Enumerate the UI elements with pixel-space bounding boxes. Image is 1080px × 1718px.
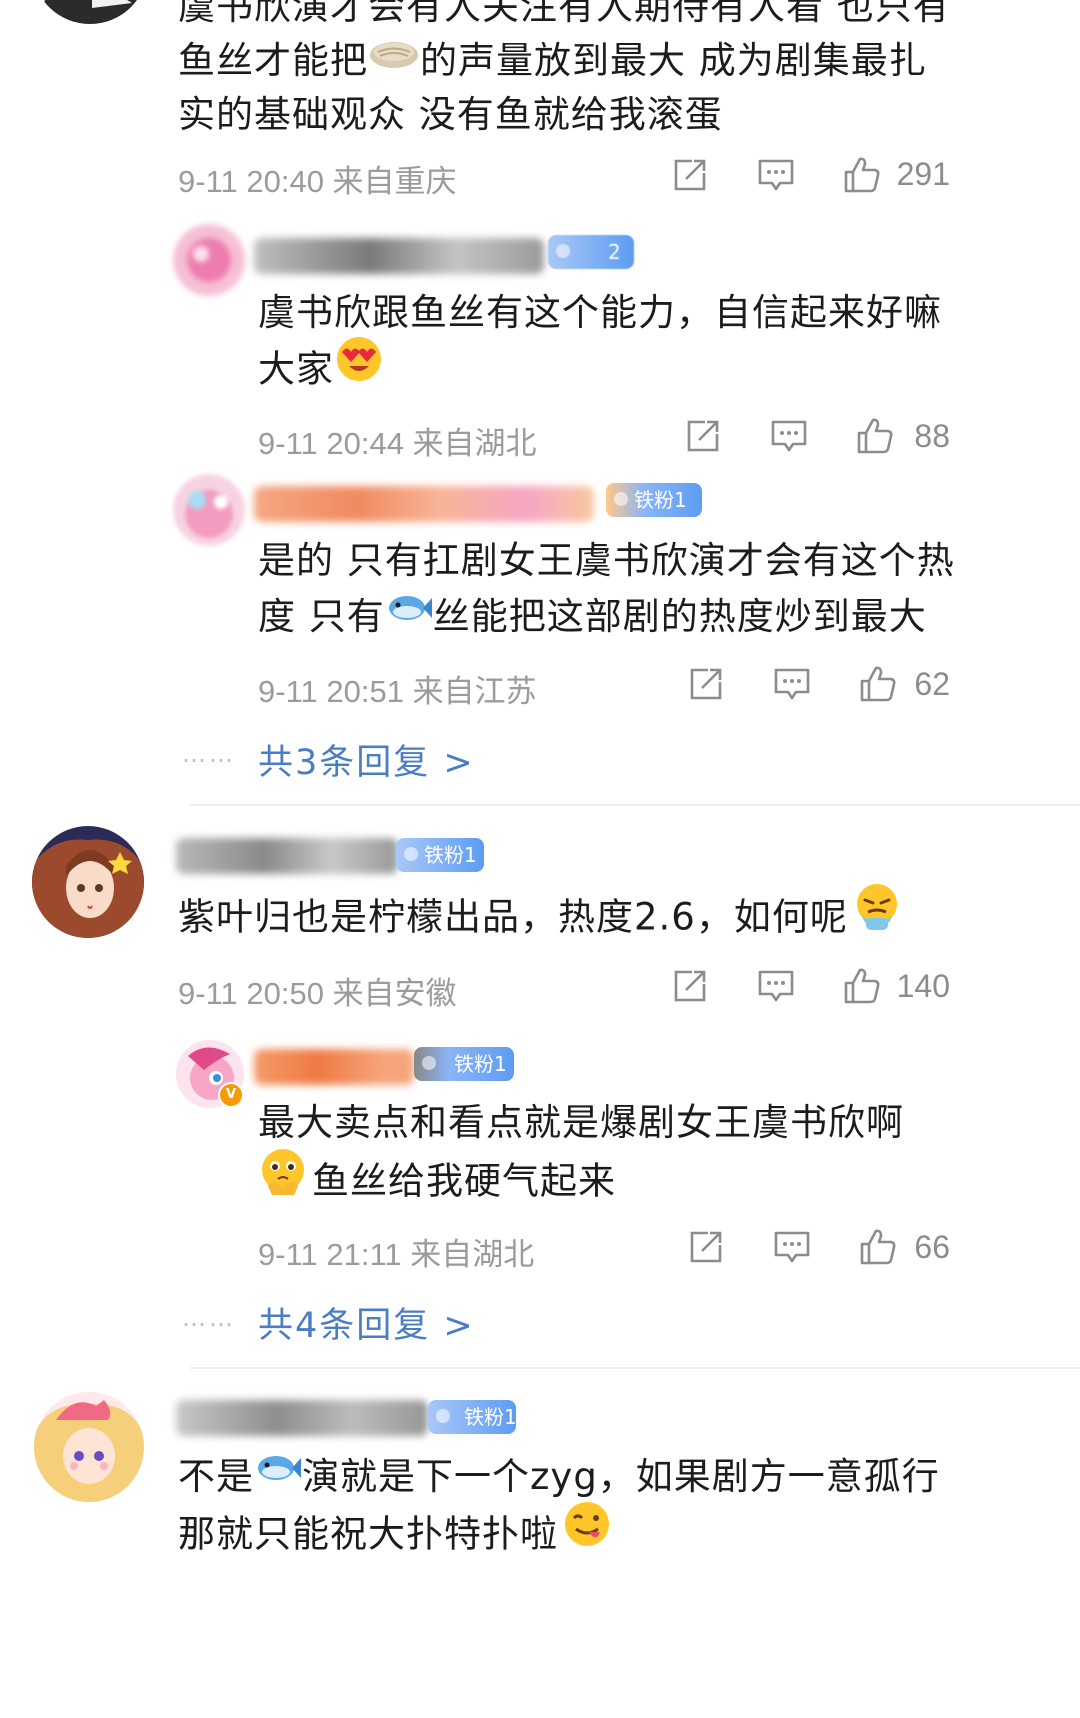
like-count: 66	[914, 1229, 950, 1265]
like-count: 291	[896, 156, 950, 192]
comment-meta: 9-11 20:51 来自江苏	[258, 674, 537, 709]
view-all-replies-link[interactable]: 共4条回复 >	[258, 1297, 475, 1348]
share-icon[interactable]	[686, 1227, 726, 1267]
avatar[interactable]	[173, 224, 245, 296]
like-icon[interactable]	[858, 1227, 898, 1267]
comment-text-line: 大家	[258, 337, 384, 404]
like-icon[interactable]	[855, 416, 895, 456]
comment-meta: 9-11 20:50 来自安徽	[178, 976, 457, 1011]
comment-text-segment: 紫叶归也是柠檬出品，热度2.6，如何呢	[178, 895, 848, 939]
share-icon[interactable]	[686, 664, 726, 704]
fan-badge[interactable]: 铁粉1	[428, 1400, 517, 1434]
pleading-hands-emoji-icon	[258, 1146, 308, 1212]
fan-badge[interactable]: 铁粉1	[396, 838, 484, 872]
comment-text-line: 鱼丝才能把 的声量放到最大 成为剧集最扎	[178, 32, 927, 91]
like-icon[interactable]	[858, 664, 898, 704]
avatar[interactable]	[34, 1392, 144, 1502]
like-icon[interactable]	[842, 155, 882, 195]
comment-text-line: 最大卖点和看点就是爆剧女王虞书欣啊	[258, 1101, 904, 1144]
share-icon[interactable]	[670, 966, 710, 1006]
comment-text-segment: 鱼丝给我硬气起来	[312, 1159, 616, 1203]
comment-text-segment: 的声量放到最大 成为剧集最扎	[420, 39, 927, 82]
avatar[interactable]	[32, 0, 148, 24]
heart-eyes-emoji-icon	[334, 334, 384, 400]
view-all-replies-link[interactable]: 共3条回复 >	[258, 734, 475, 785]
comment-icon[interactable]	[756, 966, 796, 1006]
avatar[interactable]	[173, 474, 245, 546]
comment-text-segment: 鱼丝才能把	[178, 39, 368, 82]
verified-badge-icon: V	[218, 1082, 244, 1108]
comment-icon[interactable]	[772, 664, 812, 704]
comment-text-segment: 演就是下一个zyg，如果剧方一意孤行	[302, 1455, 940, 1498]
username-blurred[interactable]	[254, 1049, 414, 1085]
share-icon[interactable]	[670, 155, 710, 195]
comment-divider	[190, 1367, 1080, 1369]
username-blurred[interactable]	[176, 1400, 428, 1436]
fish-emoji-icon	[254, 1446, 302, 1503]
comment-meta: 9-11 20:40 来自重庆	[178, 164, 457, 199]
fan-badge[interactable]: 2	[548, 235, 634, 269]
like-icon[interactable]	[842, 966, 882, 1006]
comment-text-segment: 大家	[258, 347, 334, 391]
bun-emoji-icon	[368, 30, 420, 87]
comment-icon[interactable]	[756, 155, 796, 195]
comment-text-line: 虞书欣跟鱼丝有这个能力，自信起来好嘛	[258, 291, 942, 334]
reply-dots: ……	[182, 1304, 236, 1332]
avatar[interactable]	[32, 826, 144, 938]
comment-icon[interactable]	[772, 1227, 812, 1267]
like-count: 88	[914, 418, 950, 454]
username-blurred[interactable]	[254, 486, 594, 522]
comment-text-segment: 那就只能祝大扑特扑啦	[178, 1512, 558, 1556]
comment-text-line: 是的 只有扛剧女王虞书欣演才会有这个热	[258, 539, 955, 582]
comment-meta: 9-11 20:44 来自湖北	[258, 426, 537, 461]
like-count: 62	[914, 666, 950, 702]
username-blurred[interactable]	[254, 238, 544, 274]
comment-meta: 9-11 21:11 来自湖北	[258, 1237, 535, 1272]
like-count: 140	[896, 968, 950, 1004]
share-icon[interactable]	[683, 416, 723, 456]
comment-divider	[190, 804, 1080, 806]
comment-text-line: 紫叶归也是柠檬出品，热度2.6，如何呢	[178, 884, 902, 952]
fish-emoji-icon	[385, 586, 433, 643]
fan-badge[interactable]: 铁粉1	[606, 483, 702, 517]
sweating-steam-emoji-icon	[852, 882, 902, 948]
fan-badge[interactable]: 铁粉1	[414, 1047, 514, 1081]
bottom-edge	[0, 1552, 1080, 1718]
comment-text-line: 度 只有 丝能把这部剧的热度炒到最大	[258, 588, 927, 647]
comment-text-segment: 不是	[178, 1455, 254, 1498]
comment-text-line: 不是 演就是下一个zyg，如果剧方一意孤行	[178, 1448, 940, 1507]
comment-text-segment: 度 只有	[258, 595, 385, 638]
comment-text-segment: 丝能把这部剧的热度炒到最大	[432, 595, 927, 638]
reply-dots: ……	[182, 740, 236, 768]
comment-text-line: 鱼丝给我硬气起来	[258, 1149, 616, 1216]
comment-icon[interactable]	[769, 416, 809, 456]
username-blurred[interactable]	[176, 838, 398, 874]
comment-text-line: 实的基础观众 没有鱼就给我滚蛋	[178, 93, 723, 136]
comment-text-line: 虞书欣演才会有人关注有人期待有人看 也只有	[178, 0, 951, 28]
